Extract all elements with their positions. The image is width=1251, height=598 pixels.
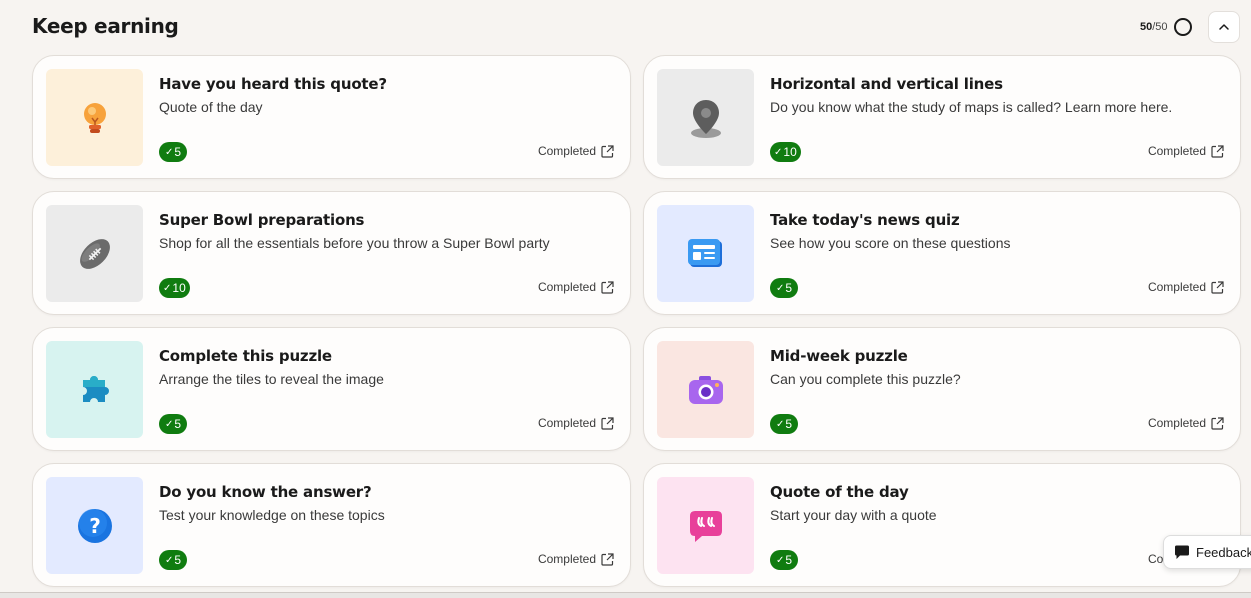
completed-link[interactable]: Completed bbox=[538, 280, 614, 294]
activity-card[interactable]: ? Do you know the answer? Test your know… bbox=[32, 463, 631, 587]
points-badge: ✓ 5 bbox=[159, 550, 187, 570]
horizontal-scrollbar[interactable] bbox=[0, 592, 1251, 598]
completed-link[interactable]: Completed bbox=[1148, 280, 1224, 294]
section-title: Keep earning bbox=[32, 14, 179, 38]
chat-bubble-icon bbox=[1175, 545, 1189, 559]
activity-card[interactable]: Horizontal and vertical lines Do you kno… bbox=[643, 55, 1241, 179]
card-thumbnail: ? bbox=[46, 477, 143, 574]
points-badge: ✓ 10 bbox=[159, 278, 190, 298]
card-subtitle: Can you complete this puzzle? bbox=[770, 371, 961, 387]
check-icon: ✓ bbox=[775, 418, 785, 430]
lightbulb-icon bbox=[83, 102, 106, 133]
points-badge: ✓ 5 bbox=[770, 414, 798, 434]
completed-link[interactable]: Completed bbox=[538, 144, 614, 158]
camera-icon bbox=[688, 375, 723, 404]
completed-link[interactable]: Completed bbox=[1148, 416, 1224, 430]
completed-link[interactable]: Completed bbox=[1148, 144, 1224, 158]
card-thumbnail bbox=[46, 69, 143, 166]
activity-card[interactable]: Complete this puzzle Arrange the tiles t… bbox=[32, 327, 631, 451]
question-icon: ? bbox=[77, 508, 112, 543]
card-thumbnail bbox=[657, 205, 754, 302]
card-thumbnail bbox=[657, 341, 754, 438]
card-thumbnail bbox=[657, 477, 754, 574]
feedback-button[interactable]: Feedback bbox=[1163, 535, 1251, 569]
check-icon: ✓ bbox=[775, 554, 785, 566]
chevron-up-icon bbox=[1219, 24, 1229, 30]
points-badge: ✓ 5 bbox=[770, 278, 798, 298]
activity-grid: Have you heard this quote? Quote of the … bbox=[32, 55, 1241, 587]
collapse-button[interactable] bbox=[1208, 11, 1240, 43]
completed-link[interactable]: Completed bbox=[538, 416, 614, 430]
card-title: Quote of the day bbox=[770, 483, 909, 501]
card-subtitle: Quote of the day bbox=[159, 99, 263, 115]
progress-indicator: 50/50 bbox=[1140, 18, 1192, 36]
card-title: Take today's news quiz bbox=[770, 211, 960, 229]
activity-card[interactable]: Take today's news quiz See how you score… bbox=[643, 191, 1241, 315]
card-thumbnail bbox=[46, 205, 143, 302]
check-icon: ✓ bbox=[774, 146, 783, 158]
activity-card[interactable]: Have you heard this quote? Quote of the … bbox=[32, 55, 631, 179]
points-badge: ✓ 5 bbox=[770, 550, 798, 570]
external-link-icon bbox=[601, 416, 614, 430]
card-subtitle: See how you score on these questions bbox=[770, 235, 1011, 251]
check-icon: ✓ bbox=[164, 418, 174, 430]
progress-text: 50/50 bbox=[1140, 21, 1168, 33]
newspaper-icon bbox=[687, 238, 722, 267]
external-link-icon bbox=[601, 280, 614, 294]
card-subtitle: Arrange the tiles to reveal the image bbox=[159, 371, 384, 387]
external-link-icon bbox=[601, 144, 614, 158]
activity-card[interactable]: Super Bowl preparations Shop for all the… bbox=[32, 191, 631, 315]
card-title: Do you know the answer? bbox=[159, 483, 372, 501]
external-link-icon bbox=[1211, 144, 1224, 158]
map-pin-icon bbox=[690, 99, 721, 138]
card-thumbnail bbox=[46, 341, 143, 438]
external-link-icon bbox=[1211, 416, 1224, 430]
external-link-icon bbox=[601, 552, 614, 566]
card-title: Super Bowl preparations bbox=[159, 211, 365, 229]
football-icon bbox=[79, 238, 110, 269]
points-badge: ✓ 5 bbox=[159, 414, 187, 434]
card-subtitle: Test your knowledge on these topics bbox=[159, 507, 385, 523]
activity-card[interactable]: Mid-week puzzle Can you complete this pu… bbox=[643, 327, 1241, 451]
card-thumbnail bbox=[657, 69, 754, 166]
svg-text:?: ? bbox=[89, 514, 101, 538]
card-title: Complete this puzzle bbox=[159, 347, 332, 365]
check-icon: ✓ bbox=[775, 282, 785, 294]
card-title: Mid-week puzzle bbox=[770, 347, 908, 365]
check-icon: ✓ bbox=[164, 554, 174, 566]
check-icon: ✓ bbox=[164, 146, 174, 158]
completed-link[interactable]: Completed bbox=[538, 552, 614, 566]
activity-card[interactable]: Quote of the day Start your day with a q… bbox=[643, 463, 1241, 587]
card-subtitle: Start your day with a quote bbox=[770, 507, 937, 523]
card-subtitle: Shop for all the essentials before you t… bbox=[159, 235, 550, 251]
card-subtitle: Do you know what the study of maps is ca… bbox=[770, 99, 1173, 115]
points-badge: ✓ 10 bbox=[770, 142, 801, 162]
card-title: Horizontal and vertical lines bbox=[770, 75, 1003, 93]
feedback-label: Feedback bbox=[1196, 544, 1251, 560]
card-title: Have you heard this quote? bbox=[159, 75, 387, 93]
quote-bubble-icon bbox=[689, 510, 722, 542]
points-badge: ✓ 5 bbox=[159, 142, 187, 162]
check-icon: ✓ bbox=[163, 282, 172, 294]
progress-ring-icon bbox=[1173, 18, 1192, 36]
puzzle-piece-icon bbox=[82, 375, 109, 402]
external-link-icon bbox=[1211, 280, 1224, 294]
